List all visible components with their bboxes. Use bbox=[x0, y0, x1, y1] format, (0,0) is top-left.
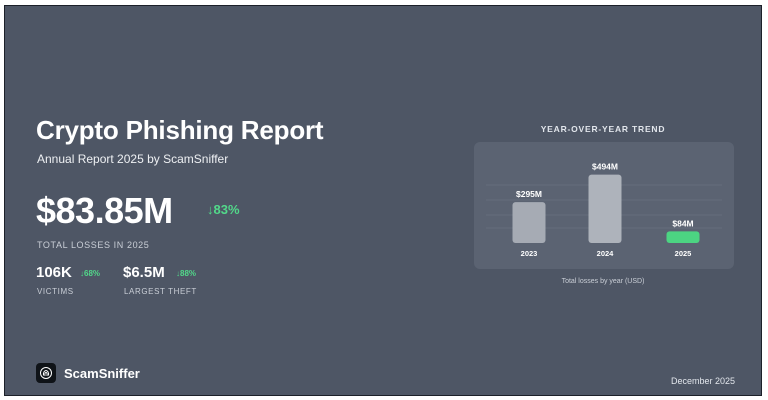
report-title: Crypto Phishing Report bbox=[36, 115, 324, 145]
bar-2023 bbox=[512, 202, 546, 243]
largest-theft-change: ↓88% bbox=[176, 269, 196, 278]
largest-theft-caption: LARGEST THEFT bbox=[124, 287, 197, 296]
victims-caption: VICTIMS bbox=[37, 287, 74, 296]
largest-theft-value: $6.5M bbox=[123, 264, 165, 281]
brand-name: ScamSniffer bbox=[64, 365, 140, 381]
data-label-2023: $295M bbox=[516, 189, 542, 199]
bar-2024 bbox=[588, 174, 622, 243]
victims-change-value: 68% bbox=[84, 269, 101, 278]
victims-value: 106K bbox=[36, 264, 72, 281]
report-date: December 2025 bbox=[670, 376, 735, 386]
total-losses-change: ↓83% bbox=[207, 202, 240, 217]
total-losses-caption: TOTAL LOSSES IN 2025 bbox=[37, 240, 150, 250]
data-label-2024: $494M bbox=[592, 162, 618, 172]
bar-chart: $295M 2023 $494M 2024 $84M 2025 bbox=[486, 162, 722, 258]
report-subtitle: Annual Report 2025 by ScamSniffer bbox=[37, 152, 229, 166]
report-card: Crypto Phishing Report Annual Report 202… bbox=[4, 5, 762, 396]
largest-theft-change-value: 88% bbox=[180, 269, 197, 278]
total-losses-change-value: 83% bbox=[213, 202, 240, 217]
brand: ScamSniffer bbox=[36, 363, 140, 383]
tick-label-2025: 2025 bbox=[675, 249, 692, 258]
chart-footnote: Total losses by year (USD) bbox=[561, 278, 645, 285]
total-losses-value: $83.85M bbox=[36, 190, 173, 231]
chart-panel: $295M 2023 $494M 2024 $84M 2025 bbox=[474, 142, 734, 269]
chart-heading: YEAR-OVER-YEAR TREND bbox=[540, 124, 666, 134]
fingerprint-icon bbox=[36, 363, 56, 383]
victims-change: ↓68% bbox=[80, 269, 100, 278]
tick-label-2024: 2024 bbox=[597, 249, 615, 258]
tick-label-2023: 2023 bbox=[521, 249, 538, 258]
data-label-2025: $84M bbox=[672, 218, 693, 228]
bar-2025 bbox=[666, 231, 700, 243]
